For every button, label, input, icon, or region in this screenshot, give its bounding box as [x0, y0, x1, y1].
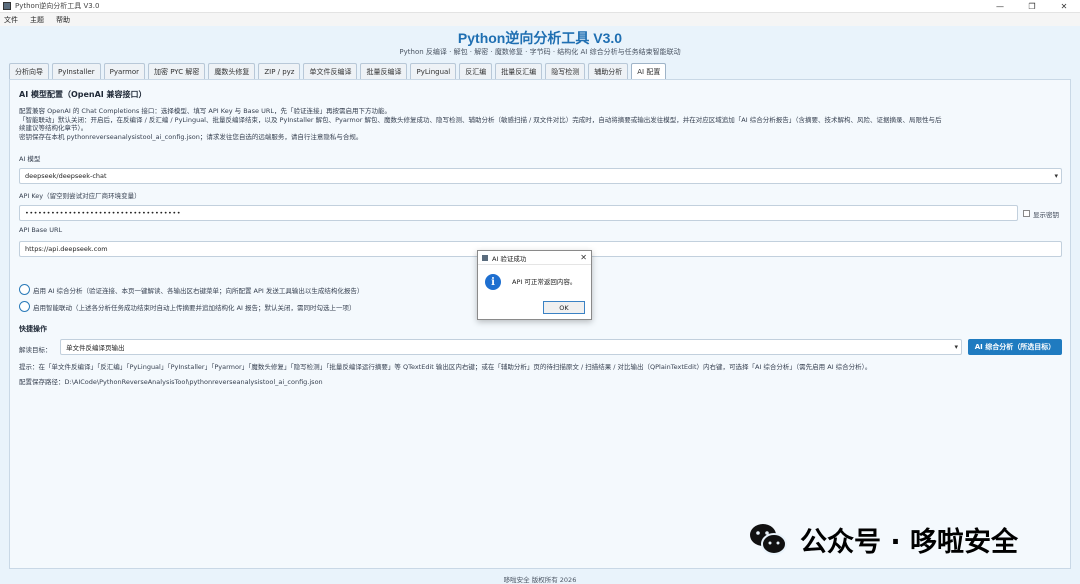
baseurl-label: API Base URL — [19, 226, 63, 234]
target-combo[interactable]: 单文件反编译页输出 ▾ — [60, 339, 962, 355]
menu-file[interactable]: 文件 — [4, 15, 18, 25]
tab-item[interactable]: 加密 PYC 解密 — [148, 63, 206, 79]
dialog-title: AI 验证成功 — [492, 254, 527, 263]
ai-verify-dialog: AI 验证成功 ✕ i API 可正常返回内容。 OK — [477, 250, 592, 320]
ai-config-description: 配置兼容 OpenAI 的 Chat Completions 接口：选择模型、填… — [19, 107, 1064, 141]
window-controls: — ❐ ✕ — [984, 0, 1080, 13]
model-combo[interactable]: deepseek/deepseek-chat ▾ — [19, 168, 1062, 184]
app-subtitle: Python 反编译 · 解包 · 解密 · 魔数修复 · 字节码 · 结构化 … — [399, 48, 681, 56]
show-key-label: 显示密钥 — [1033, 211, 1059, 219]
baseurl-value: https://api.deepseek.com — [25, 245, 108, 253]
close-icon[interactable]: ✕ — [1048, 0, 1080, 13]
info-icon: i — [485, 274, 501, 290]
tab-item[interactable]: ZIP / pyz — [258, 63, 301, 79]
enable-link-checkbox[interactable] — [19, 301, 30, 312]
model-value: deepseek/deepseek-chat — [25, 172, 107, 180]
window-titlebar: Python逆向分析工具 V3.0 — ❐ ✕ — [0, 0, 1080, 13]
dialog-app-icon — [482, 254, 488, 261]
apikey-input[interactable]: •••••••••••••••••••••••••••••••••••• — [19, 205, 1018, 221]
watermark-text: 公众号 · 哆啦安全 — [800, 526, 1019, 558]
tab-item[interactable]: 单文件反编译 — [303, 63, 358, 79]
desc-line: 密钥保存在本机 pythonreverseanalysistool_ai_con… — [19, 132, 363, 141]
menu-theme[interactable]: 主题 — [30, 15, 44, 25]
tab-item[interactable]: 反汇编 — [459, 63, 493, 79]
enable-link-label: 启用智能联动（上述各分析任务成功结束时自动上传摘要并追加结构化 AI 报告；默认… — [33, 304, 356, 312]
ai-analyze-button[interactable]: AI 综合分析（所选目标） — [968, 339, 1062, 355]
target-label: 解读目标： — [19, 346, 52, 354]
tab-item[interactable]: PyInstaller — [52, 63, 101, 79]
maximize-icon[interactable]: ❐ — [1016, 0, 1048, 13]
footer: 哆啦安全 版权所有 2026 — [503, 576, 577, 584]
ai-config-section-title: AI 模型配置（OpenAI 兼容接口） — [19, 90, 147, 99]
config-path: 配置保存路径：D:\AICode\PythonReverseAnalysisTo… — [19, 378, 323, 386]
dialog-message: API 可正常返回内容。 — [512, 278, 577, 286]
app-title: Python逆向分析工具 V3.0 — [457, 30, 623, 46]
apikey-value: •••••••••••••••••••••••••••••••••••• — [25, 209, 182, 217]
wechat-icon — [748, 519, 788, 559]
enable-ai-checkbox[interactable] — [19, 284, 30, 295]
tab-bar: 分析向导 PyInstaller Pyarmor 加密 PYC 解密 魔数头修复 ZIP … — [9, 63, 669, 79]
watermark: 公众号 · 哆啦安全 — [748, 519, 1018, 559]
tab-item[interactable]: 辅助分析 — [588, 63, 629, 79]
chevron-down-icon: ▾ — [1054, 172, 1058, 180]
app-icon — [3, 2, 11, 10]
tab-item[interactable]: 分析向导 — [9, 63, 49, 79]
desc-line: 续建议等结构化章节）。 — [19, 124, 88, 132]
menubar: 文件 主题 帮助 — [0, 13, 1080, 26]
chevron-down-icon: ▾ — [954, 343, 958, 351]
model-label: AI 模型 — [19, 155, 41, 163]
tab-item[interactable]: AI 配置 — [631, 63, 667, 79]
desc-line: 配置兼容 OpenAI 的 Chat Completions 接口：选择模型、填… — [19, 107, 391, 115]
close-icon[interactable]: ✕ — [580, 253, 587, 262]
tab-item[interactable]: 隐写检测 — [545, 63, 586, 79]
tab-item[interactable]: PyLingual — [410, 63, 457, 79]
enable-ai-label: 启用 AI 综合分析（验证连接、本页一键解读、各输出区右键菜单；向所配置 API… — [33, 287, 364, 295]
tab-item[interactable]: Pyarmor — [103, 63, 146, 79]
apikey-label: API Key（留空则尝试对应厂商环境变量） — [19, 192, 141, 200]
quick-section-title: 快捷操作 — [19, 325, 47, 333]
tab-item[interactable]: 批量反编译 — [360, 63, 408, 79]
minimize-icon[interactable]: — — [984, 0, 1016, 13]
quick-tip: 提示：在「单文件反编译」「反汇编」「PyLingual」「PyInstaller… — [19, 363, 872, 371]
show-key-checkbox[interactable] — [1023, 210, 1030, 217]
ai-config-panel: AI 模型配置（OpenAI 兼容接口） 配置兼容 OpenAI 的 Chat … — [9, 79, 1071, 569]
menu-help[interactable]: 帮助 — [56, 15, 70, 25]
tab-item[interactable]: 批量反汇编 — [495, 63, 543, 79]
ok-button[interactable]: OK — [543, 301, 585, 314]
desc-line: 「智能联动」默认关闭：开启后，在反编译 / 反汇编 / PyLingual、批量… — [19, 115, 942, 124]
tab-item[interactable]: 魔数头修复 — [208, 63, 256, 79]
dialog-titlebar: AI 验证成功 — [478, 251, 591, 265]
window-title: Python逆向分析工具 V3.0 — [15, 2, 100, 10]
target-value: 单文件反编译页输出 — [66, 344, 125, 352]
